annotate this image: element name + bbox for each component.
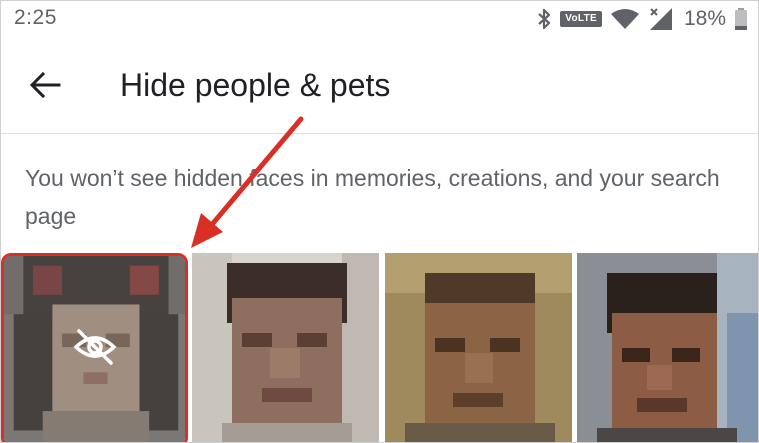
page-title: Hide people & pets [120,67,391,103]
face-grid [1,253,758,442]
wifi-icon [610,8,640,30]
face-tile[interactable] [192,253,379,442]
battery-percent: 18% [683,7,726,30]
eye-off-icon [72,325,117,369]
status-icons: VoLTE 18% [536,7,748,31]
bluetooth-icon [536,8,552,30]
face-thumbnail [577,253,758,442]
battery-icon [734,7,748,31]
back-button[interactable] [23,65,67,109]
volte-icon: VoLTE [560,11,602,27]
arrow-back-icon [29,71,61,104]
cellular-signal-icon [648,7,674,31]
face-tile-hidden[interactable] [1,253,188,442]
status-bar: 2:25 VoLTE 18% [1,1,758,37]
description-text: You won’t see hidden faces in memories, … [25,165,720,229]
screen: 2:25 VoLTE 18% Hide people & pets You wo… [0,0,759,443]
face-thumbnail [385,253,572,442]
status-time: 2:25 [14,6,57,29]
face-thumbnail [192,253,379,442]
face-tile[interactable] [385,253,572,442]
face-tile[interactable] [577,253,758,442]
app-bar: Hide people & pets [1,37,758,134]
